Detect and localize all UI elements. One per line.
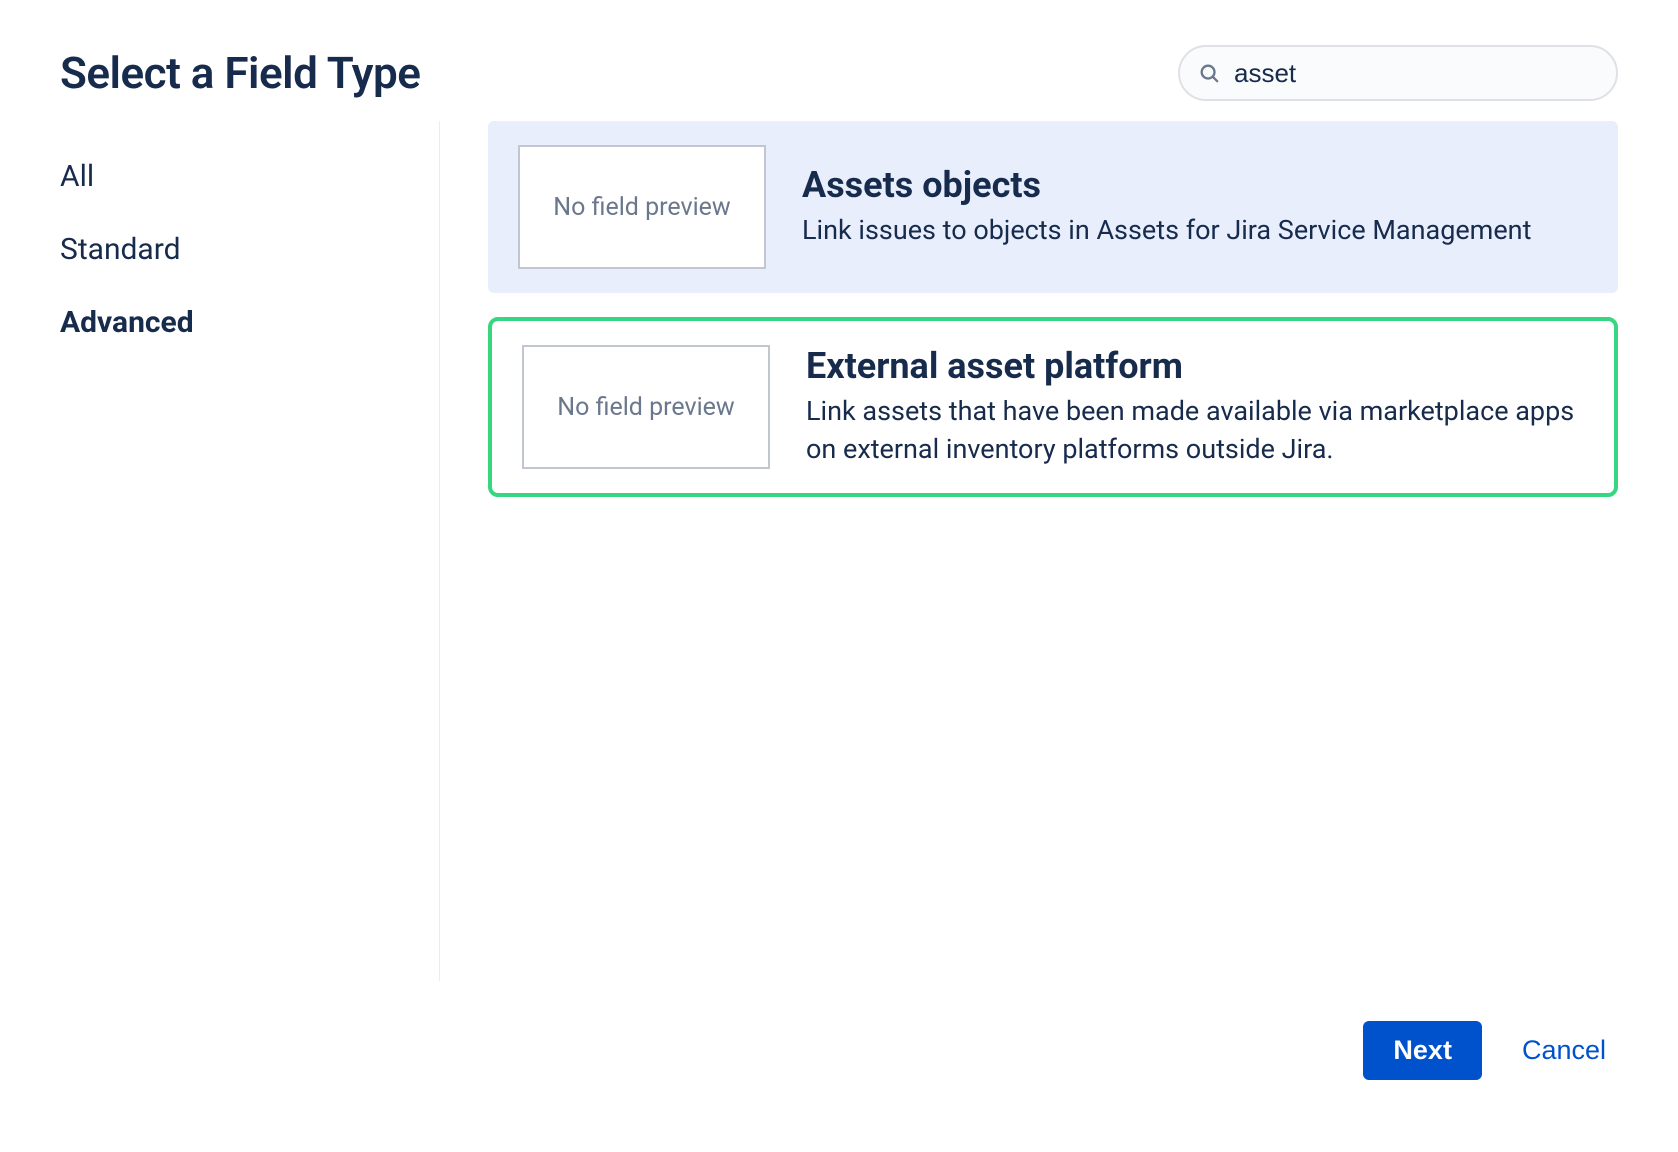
field-type-card-external-asset-platform[interactable]: No field preview External asset platform…: [488, 317, 1618, 497]
next-button[interactable]: Next: [1363, 1021, 1482, 1080]
field-type-description: Link assets that have been made availabl…: [806, 393, 1584, 469]
search-input[interactable]: [1178, 45, 1618, 101]
search-icon: [1198, 62, 1220, 84]
sidebar-item-advanced[interactable]: Advanced: [60, 295, 439, 368]
cancel-button[interactable]: Cancel: [1522, 1035, 1606, 1066]
sidebar-item-standard[interactable]: Standard: [60, 222, 439, 295]
category-sidebar: All Standard Advanced: [60, 121, 440, 981]
field-type-text: External asset platform Link assets that…: [806, 345, 1584, 469]
field-type-card-assets-objects[interactable]: No field preview Assets objects Link iss…: [488, 121, 1618, 293]
field-type-title: Assets objects: [802, 164, 1588, 206]
field-type-title: External asset platform: [806, 345, 1584, 387]
field-type-description: Link issues to objects in Assets for Jir…: [802, 212, 1588, 250]
page-title: Select a Field Type: [60, 47, 420, 99]
search-field-wrap: [1178, 45, 1618, 101]
field-preview-placeholder: No field preview: [522, 345, 770, 469]
field-type-text: Assets objects Link issues to objects in…: [802, 164, 1588, 250]
sidebar-item-all[interactable]: All: [60, 149, 439, 222]
field-preview-placeholder: No field preview: [518, 145, 766, 269]
field-type-list: No field preview Assets objects Link iss…: [440, 121, 1618, 981]
